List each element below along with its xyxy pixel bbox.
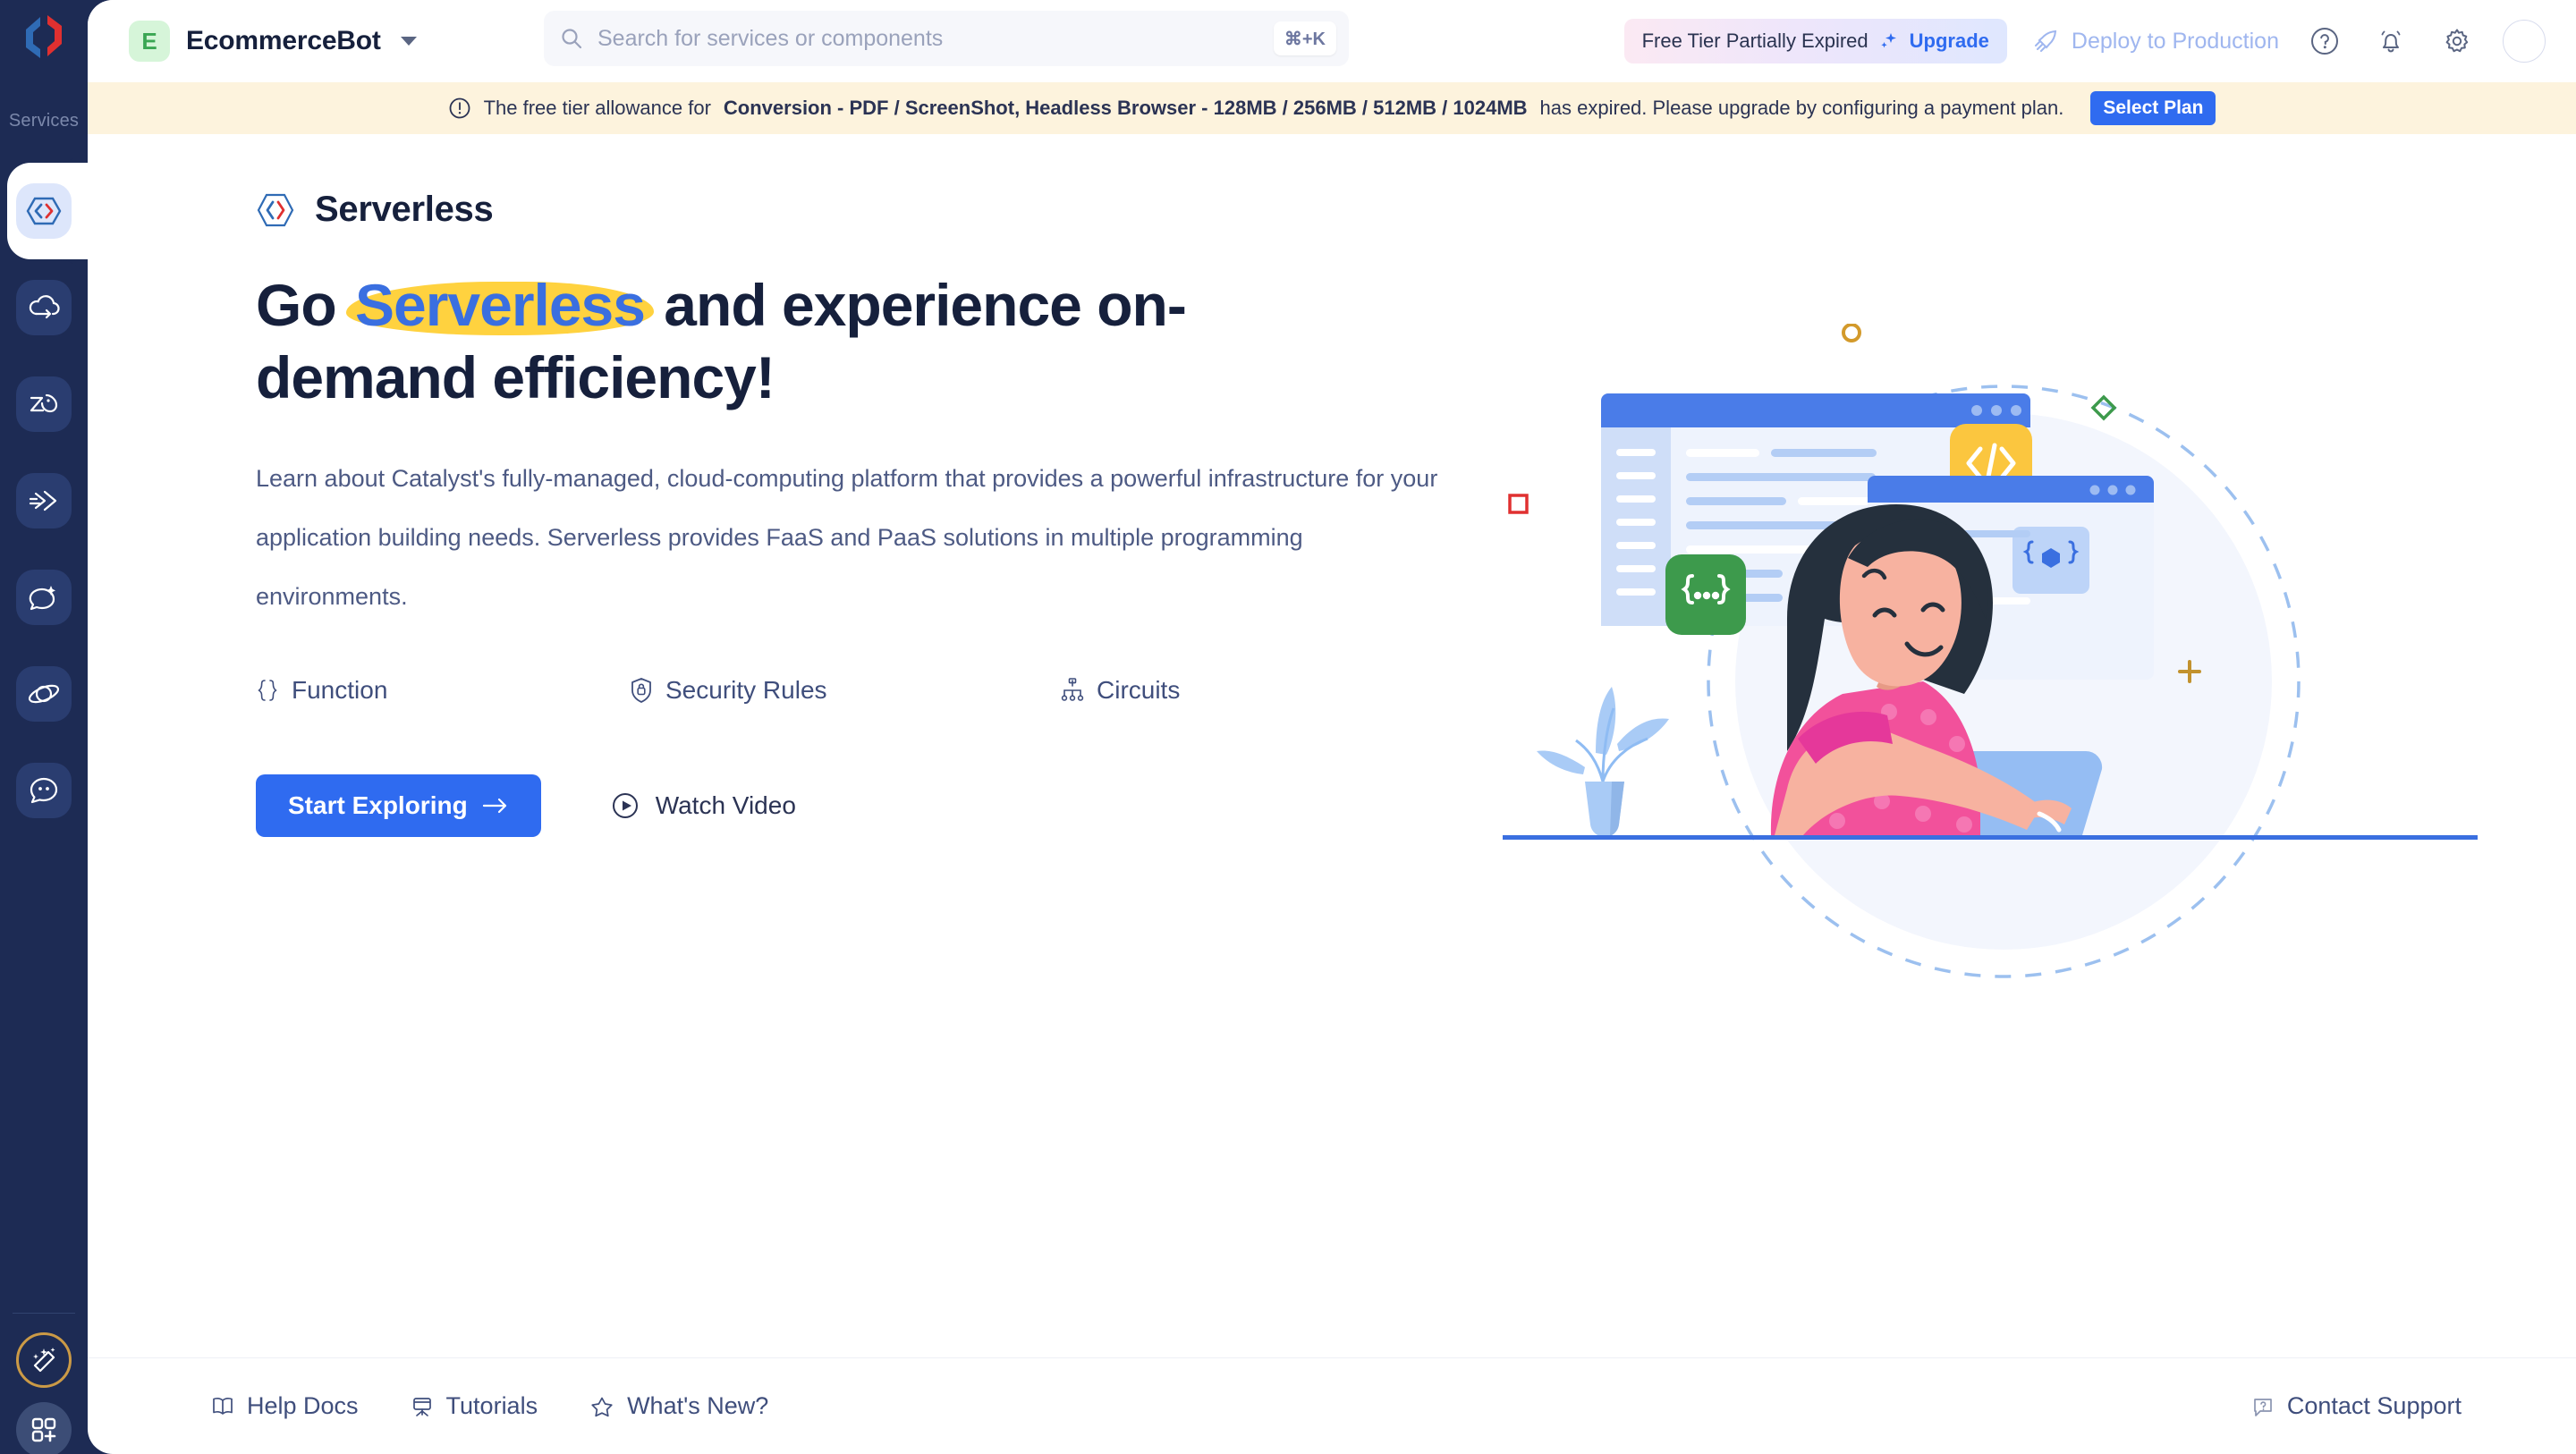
banner-text-after: has expired. Please upgrade by configuri… xyxy=(1539,97,2064,119)
sidebar-item-data-store[interactable] xyxy=(0,356,88,452)
arrow-right-icon xyxy=(482,797,509,815)
contact-support-label: Contact Support xyxy=(2286,1392,2462,1419)
contact-support-link[interactable]: Contact Support xyxy=(2251,1392,2462,1420)
sidebar-item-orbit[interactable] xyxy=(0,646,88,742)
circuit-hierarchy-icon xyxy=(1061,678,1084,703)
footer-link-whats-new[interactable]: What's New? xyxy=(589,1392,768,1420)
user-avatar[interactable] xyxy=(2503,20,2546,63)
footer-link-tutorials[interactable]: Tutorials xyxy=(411,1392,538,1420)
hero-paragraph: Learn about Catalyst's fully-managed, cl… xyxy=(256,465,1438,611)
search-input-placeholder: Search for services or components xyxy=(597,25,944,51)
feature-link-security-rules[interactable]: Security Rules xyxy=(630,676,1061,705)
banner-text-before: The free tier allowance for xyxy=(483,97,711,119)
banner-text-bold: Conversion - PDF / ScreenShot, Headless … xyxy=(723,97,1528,119)
start-exploring-button[interactable]: Start Exploring xyxy=(256,774,541,838)
page-footer: Help Docs Tutorials What's New? Contact … xyxy=(88,1357,2576,1454)
rail-bottom-actions xyxy=(0,1332,88,1454)
feature-label: Security Rules xyxy=(665,676,827,705)
feature-link-function[interactable]: Function xyxy=(256,676,630,705)
easel-icon xyxy=(411,1395,434,1418)
free-tier-banner: The free tier allowance for Conversion -… xyxy=(88,82,2576,134)
apps-grid-plus-icon[interactable] xyxy=(16,1402,72,1454)
rail-items xyxy=(0,132,88,839)
sidebar-item-conversations[interactable] xyxy=(0,742,88,839)
shield-lock-icon xyxy=(630,677,653,704)
connect-arrows-icon xyxy=(16,473,72,528)
feature-label: Circuits xyxy=(1097,676,1181,705)
chat-sparkle-icon xyxy=(16,570,72,625)
cloud-arrow-icon xyxy=(16,280,72,335)
main-shell: E EcommerceBot Search for services or co… xyxy=(88,0,2576,1454)
notifications-bell-icon[interactable] xyxy=(2370,21,2411,62)
serverless-hex-icon xyxy=(256,192,295,228)
orbit-icon xyxy=(16,666,72,722)
org-switcher[interactable]: E EcommerceBot xyxy=(129,21,417,62)
footer-link-label: What's New? xyxy=(627,1392,769,1419)
org-name: EcommerceBot xyxy=(186,26,381,55)
potted-plant xyxy=(1537,687,1669,838)
sparkle-icon xyxy=(1879,31,1899,51)
org-avatar: E xyxy=(129,21,170,62)
json-badge-green xyxy=(1665,554,1746,635)
data-zia-icon xyxy=(16,376,72,432)
hero-headline-highlight: Serverless xyxy=(346,269,654,342)
hero-headline-part1: Go xyxy=(256,272,352,338)
search-icon xyxy=(560,27,583,50)
curly-braces-icon xyxy=(256,678,279,703)
select-plan-button[interactable]: Select Plan xyxy=(2090,91,2216,125)
magic-wand-icon[interactable] xyxy=(16,1332,72,1388)
tier-status-label: Free Tier Partially Expired xyxy=(1641,30,1868,52)
footer-support: Contact Support xyxy=(2251,1392,2462,1420)
book-icon xyxy=(211,1395,234,1418)
search-shortcut-badge: ⌘+K xyxy=(1273,21,1336,55)
page-brand: Serverless xyxy=(256,190,2576,230)
sidebar-item-serverless[interactable] xyxy=(0,132,88,290)
star-icon xyxy=(589,1395,614,1418)
alert-circle-icon xyxy=(448,97,471,120)
top-header: E EcommerceBot Search for services or co… xyxy=(88,0,2576,82)
rail-section-label: Services xyxy=(8,111,80,131)
feature-link-circuits[interactable]: Circuits xyxy=(1061,676,1180,705)
footer-link-label: Tutorials xyxy=(445,1392,538,1419)
search-bar[interactable]: Search for services or components ⌘+K xyxy=(544,11,1349,66)
hero-content: Serverless Go Serverless and experience … xyxy=(88,190,2576,1413)
footer-link-label: Help Docs xyxy=(247,1392,359,1419)
chat-bubble-dots-icon xyxy=(16,763,72,818)
footer-link-help-docs[interactable]: Help Docs xyxy=(211,1392,359,1420)
rail-divider xyxy=(13,1313,75,1314)
code-brackets-icon xyxy=(16,183,72,239)
page-title: Serverless xyxy=(315,190,494,229)
app-root: Services E EcommerceBot Search for servi… xyxy=(0,0,2576,1454)
watch-video-button[interactable]: Watch Video xyxy=(611,791,796,820)
deploy-to-production-button[interactable]: Deploy to Production xyxy=(2032,28,2279,55)
left-rail: Services xyxy=(0,0,88,1454)
developer-at-laptop-illustration xyxy=(1503,324,2478,1057)
sidebar-item-cloud-scale[interactable] xyxy=(0,259,88,356)
watch-video-label: Watch Video xyxy=(655,791,796,820)
footer-links: Help Docs Tutorials What's New? xyxy=(211,1392,768,1420)
chevron-down-icon xyxy=(400,37,417,46)
rocket-icon xyxy=(2032,28,2059,55)
hero-headline: Go Serverless and experience on-demand e… xyxy=(256,269,1356,413)
sidebar-item-integrations[interactable] xyxy=(0,452,88,549)
free-tier-status-chip[interactable]: Free Tier Partially Expired Upgrade xyxy=(1623,19,2007,63)
help-icon[interactable] xyxy=(2304,21,2345,62)
settings-gear-icon[interactable] xyxy=(2436,21,2478,62)
question-bubble-icon xyxy=(2251,1395,2275,1418)
play-circle-icon xyxy=(611,791,640,820)
deploy-label: Deploy to Production xyxy=(2071,28,2279,54)
catalyst-logo-icon[interactable] xyxy=(11,7,77,66)
upgrade-link[interactable]: Upgrade xyxy=(1910,30,1989,53)
start-exploring-label: Start Exploring xyxy=(288,791,468,820)
header-actions: Free Tier Partially Expired Upgrade Depl… xyxy=(1623,0,2546,82)
feature-label: Function xyxy=(292,676,388,705)
sidebar-item-ai-insights[interactable] xyxy=(0,549,88,646)
